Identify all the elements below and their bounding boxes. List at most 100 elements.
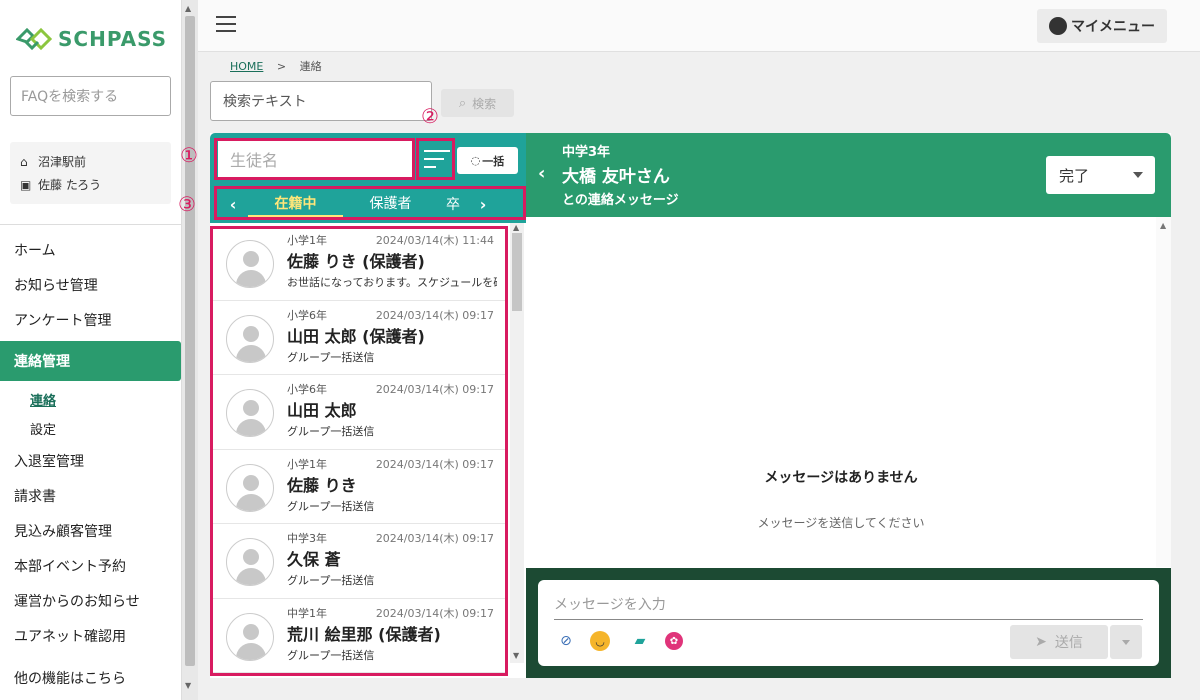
tab-enrolled[interactable]: 在籍中 [248,190,343,218]
avatar [226,463,274,512]
item-name: 佐藤 りき (保護者) [287,252,425,271]
item-grade: 中学3年 [287,532,327,545]
my-menu-button[interactable]: マイメニュー [1037,9,1167,43]
sidebar-item-home[interactable]: ホーム [0,232,182,267]
scroll-down-icon[interactable]: ▼ [185,681,191,690]
message-subtitle: との連絡メッセージ [562,193,679,208]
sidebar-subitem-settings[interactable]: 設定 [0,414,182,443]
attach-icon[interactable]: ⊘ [556,631,576,651]
back-chevron-icon[interactable]: ‹ [538,163,545,184]
hamburger-menu-icon[interactable] [216,16,236,32]
user-card-icon: ▣ [20,177,32,192]
message-area: メッセージはありません メッセージを送信してください [526,217,1156,567]
sidebar-item-notice[interactable]: お知らせ管理 [0,267,182,302]
message-header: ‹ 中学3年 大橋 友叶さん との連絡メッセージ 完了 [526,133,1171,217]
list-scroll-down-icon[interactable]: ▼ [513,651,519,660]
item-name: 佐藤 りき [287,475,357,495]
send-icon: ➤ [1035,634,1047,650]
home-icon: ⌂ [20,154,28,169]
tab-graduated[interactable]: 卒 [438,194,468,214]
search-button-label: 検索 [472,96,497,111]
sidebar-item-invoice[interactable]: 請求書 [0,478,182,513]
empty-subtitle: メッセージを送信してください [757,516,925,530]
message-input[interactable]: メッセージを入力 [554,588,1143,620]
document-icon[interactable]: ▰ [630,631,650,651]
logo[interactable]: SCHPASS [16,26,167,52]
conversation-list-header: 生徒名 ◌ 一括 ‹ 在籍中 保護者 卒 › [210,133,526,223]
item-date: 2024/03/14(木) 09:17 [375,308,494,322]
send-button[interactable]: ➤ 送信 [1010,625,1108,659]
sidebar-item-hq-events[interactable]: 本部イベント予約 [0,548,182,583]
item-grade: 小学1年 [287,457,327,471]
list-item[interactable]: 中学3年 2024/03/14(木) 09:17 久保 蒼 グループ一括送信 [210,524,508,599]
breadcrumb: HOME > 連絡 [230,58,322,74]
send-label: 送信 [1054,635,1083,651]
item-name: 山田 太郎 [287,401,357,420]
tab-prev-chevron-icon[interactable]: ‹ [218,195,248,214]
school-name: 沼津駅前 [38,155,87,169]
compose-area: メッセージを入力 ⊘ ◡ ▰ ✿ ➤ 送信 [526,568,1171,678]
message-scrollbar[interactable]: ▲ [1156,217,1171,567]
scroll-up-icon[interactable]: ▲ [185,4,191,13]
account-icon [1049,17,1067,35]
sidebar-item-other-features[interactable]: 他の機能はこちら [0,663,182,693]
sidebar-item-prospects[interactable]: 見込み顧客管理 [0,513,182,548]
logo-text: SCHPASS [58,27,168,51]
schpass-logo-icon [16,27,52,51]
emoji-icon[interactable]: ◡ [590,631,610,651]
item-date: 2024/03/14(木) 11:44 [375,234,494,247]
list-item[interactable]: 中学1年 2024/03/14(木) 09:17 荒川 絵里那 (保護者) グル… [210,599,508,673]
sidebar-divider [0,224,181,225]
my-menu-label: マイメニュー [1071,19,1155,35]
list-item[interactable]: 小学6年 2024/03/14(木) 09:17 山田 太郎 グループ一括送信 [210,375,508,450]
sidebar-item-operator-news[interactable]: 運営からのお知らせ [0,583,182,618]
list-item[interactable]: 小学1年 2024/03/14(木) 11:44 佐藤 りき (保護者) お世話… [210,226,508,301]
avatar [226,612,274,661]
filter-sort-icon[interactable] [418,141,452,177]
item-message: グループ一括送信 [287,425,375,438]
status-select[interactable]: 完了 [1046,156,1155,194]
item-date: 2024/03/14(木) 09:17 [375,383,494,396]
sidebar-scrollbar[interactable]: ▲ ▼ [182,0,198,700]
user-name: 佐藤 たろう [38,178,102,192]
message-panel: ‹ 中学3年 大橋 友叶さん との連絡メッセージ 完了 メッセージはありません … [526,133,1171,678]
item-grade: 小学1年 [287,234,327,247]
list-scrollbar[interactable]: ▲ ▼ [510,223,524,663]
sidebar-item-survey[interactable]: アンケート管理 [0,302,182,337]
search-button[interactable]: ⌕ 検索 [441,89,514,117]
list-scroll-up-icon[interactable]: ▲ [513,223,519,232]
list-item[interactable]: 小学6年 2024/03/14(木) 09:17 山田 太郎 (保護者) グルー… [210,301,508,375]
tab-guardian[interactable]: 保護者 [343,190,438,218]
avatar [226,240,274,288]
top-header: マイメニュー [198,0,1200,52]
sidebar-nav: ホーム お知らせ管理 アンケート管理 連絡管理 連絡 設定 入退室管理 請求書 … [0,232,182,693]
tab-next-chevron-icon[interactable]: › [468,195,498,214]
item-date: 2024/03/14(木) 09:17 [375,532,494,545]
item-message: グループ一括送信 [287,648,375,662]
item-name: 山田 太郎 (保護者) [287,326,425,346]
item-date: 2024/03/14(木) 09:17 [375,606,494,620]
sticker-icon[interactable]: ✿ [665,632,683,650]
conversation-list: 小学1年 2024/03/14(木) 11:44 佐藤 りき (保護者) お世話… [210,226,508,678]
sidebar-item-attendance[interactable]: 入退室管理 [0,443,182,478]
list-item[interactable]: 小学1年 2024/03/14(木) 09:17 佐藤 りき グループ一括送信 [210,450,508,524]
item-date: 2024/03/14(木) 09:17 [375,457,494,471]
sidebar-scroll-thumb[interactable] [185,16,195,666]
breadcrumb-home-link[interactable]: HOME [230,60,263,73]
item-name: 荒川 絵里那 (保護者) [287,624,441,644]
breadcrumb-current: 連絡 [299,60,322,73]
bulk-send-button[interactable]: ◌ 一括 [457,147,518,174]
avatar [226,389,274,437]
sidebar-subitem-contact[interactable]: 連絡 [0,385,182,414]
send-options-dropdown[interactable] [1110,625,1142,659]
item-name: 久保 蒼 [287,550,341,569]
student-name-input[interactable]: 生徒名 [218,139,414,179]
faq-search-input[interactable]: FAQを検索する [10,76,171,116]
sidebar-item-contact-management[interactable]: 連絡管理 [0,341,181,381]
list-scroll-thumb[interactable] [512,233,522,311]
user-info: ⌂ 沼津駅前 ▣ 佐藤 たろう [10,142,171,204]
search-text-input[interactable]: 検索テキスト [210,81,432,121]
message-scroll-up-icon[interactable]: ▲ [1160,221,1166,230]
sidebar-item-yournet[interactable]: ユアネット確認用 [0,618,182,653]
empty-title: メッセージはありません [764,470,918,486]
